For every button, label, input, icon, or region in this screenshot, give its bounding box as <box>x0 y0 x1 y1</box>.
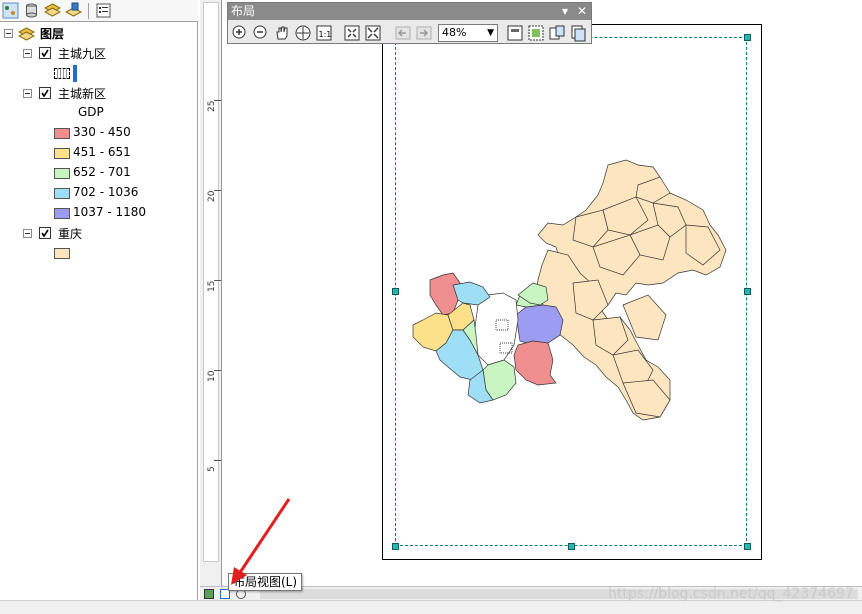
legend-swatch <box>54 188 70 199</box>
layout-toolbar-titlebar[interactable]: 布局 ▾ ✕ <box>228 3 591 20</box>
toolbar-menu-icon[interactable]: ▾ <box>562 3 568 20</box>
pan-icon[interactable] <box>273 24 291 42</box>
resize-handle[interactable] <box>392 543 399 550</box>
ruler-tick <box>214 460 221 461</box>
ruler-track: 25 20 15 10 5 <box>203 2 221 562</box>
text-cursor <box>73 65 77 82</box>
expander-layer-2[interactable] <box>23 89 32 98</box>
layout-toolbar[interactable]: 布局 ▾ ✕ 1:1 48% ▼ <box>227 2 592 44</box>
ruler-tick <box>214 280 221 281</box>
zoom-value: 48% <box>442 26 467 39</box>
legend-label: 702 - 1036 <box>73 185 139 199</box>
legend-label: 1037 - 1180 <box>73 205 147 219</box>
ruler-label: 10 <box>207 370 217 382</box>
fixed-zoom-in-icon[interactable] <box>343 24 361 42</box>
watermark: https://blog.csdn.net/qq_42374697 <box>608 586 854 602</box>
zoom-100-icon[interactable]: 1:1 <box>315 24 333 42</box>
close-icon[interactable]: ✕ <box>577 3 587 20</box>
fixed-zoom-out-icon[interactable] <box>364 24 382 42</box>
legend-label: 330 - 450 <box>73 125 131 139</box>
legend-swatch <box>54 168 70 179</box>
back-extent-icon[interactable] <box>394 24 412 42</box>
map-district <box>513 340 557 386</box>
zoom-in-icon[interactable] <box>231 24 249 42</box>
toolbar-separator <box>88 3 89 19</box>
zoom-out-icon[interactable] <box>252 24 270 42</box>
resize-handle[interactable] <box>744 288 751 295</box>
ruler-label: 5 <box>207 466 217 472</box>
expander-layer-1[interactable] <box>23 49 32 58</box>
layer-name[interactable]: 重庆 <box>58 225 82 242</box>
resize-handle[interactable] <box>568 543 575 550</box>
legend-swatch <box>54 148 70 159</box>
list-by-drawing-order-icon[interactable] <box>2 2 19 19</box>
legend-swatch <box>54 208 70 219</box>
map-district <box>515 304 564 346</box>
layout-view[interactable] <box>223 0 862 586</box>
zoom-whole-page-icon[interactable] <box>294 24 312 42</box>
toc-toolbar <box>0 0 198 22</box>
layer-name[interactable]: 主城新区 <box>58 85 106 102</box>
list-by-selection-icon[interactable] <box>64 2 83 19</box>
ruler-label: 25 <box>207 100 217 112</box>
list-by-source-icon[interactable] <box>23 2 40 19</box>
zoom-select[interactable]: 48% ▼ <box>438 24 498 42</box>
change-layout-icon[interactable] <box>548 24 566 42</box>
layer-name[interactable]: 主城九区 <box>58 45 106 62</box>
legend-label: 451 - 651 <box>73 145 131 159</box>
vertical-ruler: 25 20 15 10 5 <box>200 0 222 586</box>
ruler-tick <box>214 100 221 101</box>
ruler-tick <box>214 190 221 191</box>
ruler-tick <box>214 370 221 371</box>
chevron-down-icon: ▼ <box>487 28 494 38</box>
resize-handle[interactable] <box>392 288 399 295</box>
layers-icon <box>17 25 36 42</box>
layer-visibility-checkbox[interactable] <box>39 87 51 99</box>
legend-swatch <box>54 128 70 139</box>
root-layers-label: 图层 <box>40 27 65 41</box>
legend-label: 652 - 701 <box>73 165 131 179</box>
annotation-arrow-icon <box>231 498 291 585</box>
legend-swatch-dotted <box>54 68 70 79</box>
options-icon[interactable] <box>95 2 112 19</box>
ruler-label: 15 <box>207 280 217 292</box>
focus-data-frame-icon[interactable] <box>527 24 545 42</box>
forward-extent-icon[interactable] <box>415 24 433 42</box>
layout-toolbar-title: 布局 <box>231 4 256 18</box>
data-driven-pages-icon[interactable] <box>569 24 587 42</box>
ruler-label: 20 <box>207 190 217 202</box>
legend-field-name: GDP <box>78 105 104 119</box>
expander-layer-3[interactable] <box>23 229 32 238</box>
layer-visibility-checkbox[interactable] <box>39 227 51 239</box>
table-of-contents: 图层 主城九区 主城新区 GDP 330 - 450 451 - 651 652… <box>0 0 198 600</box>
chongqing-map <box>412 159 727 421</box>
list-by-visibility-icon[interactable] <box>43 2 62 19</box>
status-bar <box>0 600 862 614</box>
layer-visibility-checkbox[interactable] <box>39 47 51 59</box>
svg-text:1:1: 1:1 <box>319 30 332 39</box>
toggle-draft-mode-icon[interactable] <box>506 24 524 42</box>
expander-root[interactable] <box>4 29 13 38</box>
resize-handle[interactable] <box>744 543 751 550</box>
legend-swatch <box>54 248 70 259</box>
resize-handle[interactable] <box>744 34 751 41</box>
data-view-icon[interactable] <box>204 589 214 599</box>
